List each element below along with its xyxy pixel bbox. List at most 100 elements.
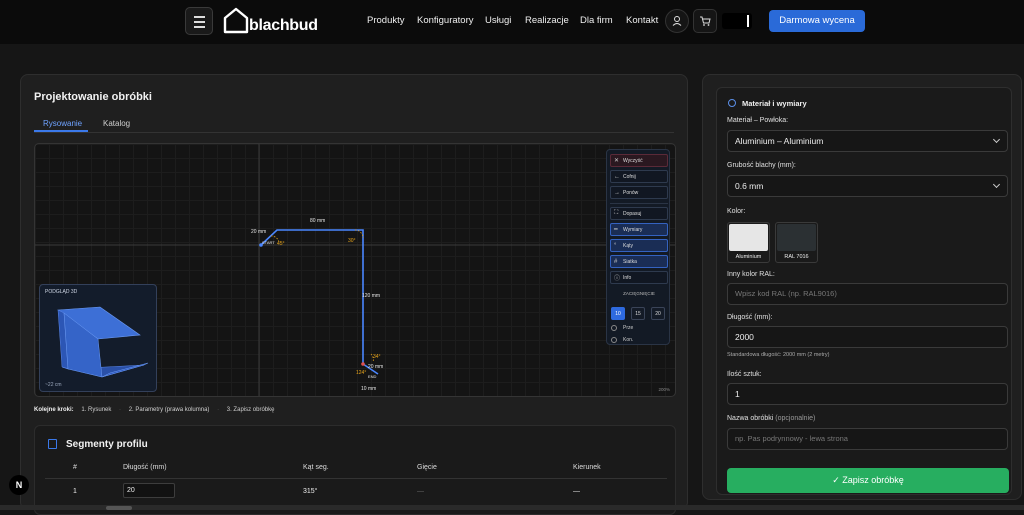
cart-button[interactable] <box>693 9 717 33</box>
dim-vertical: 120 mm <box>362 293 380 299</box>
name-input[interactable]: np. Pas podrynnowy - lewa strona <box>727 428 1008 450</box>
grid-toggle[interactable]: # Siatka <box>610 255 668 268</box>
clear-button[interactable]: ✕ Wyczyść <box>610 154 668 167</box>
cart-icon <box>700 16 711 26</box>
color-sample <box>729 224 768 251</box>
snap-option-15[interactable]: 15 <box>631 307 645 320</box>
dim-bottom-small: 20 mm <box>368 364 383 370</box>
nav-link-uslugi[interactable]: Usługi <box>485 15 511 26</box>
arrow-right-icon: → <box>614 189 620 196</box>
thickness-value: 0.6 mm <box>735 181 764 191</box>
n-badge[interactable]: N <box>9 475 29 495</box>
arrow-left-icon: ← <box>614 173 620 180</box>
tab-catalog[interactable]: Katalog <box>103 119 130 128</box>
logo-text: blachbud <box>249 17 318 34</box>
building-icon <box>48 439 57 449</box>
next-steps: Kolejne kroki: 1. Rysunek · 2. Parametry… <box>34 407 274 413</box>
col-header-angle: Kąt seg. <box>303 464 329 471</box>
radio-kon[interactable] <box>611 337 617 343</box>
undo-button[interactable]: ← Cofnij <box>610 170 668 183</box>
info-label: Info <box>623 274 632 281</box>
active-tab-indicator <box>34 130 88 132</box>
thickness-label: Grubość blachy (mm): <box>727 162 796 169</box>
color-swatch-ral7016[interactable]: RAL 7016 <box>775 222 818 263</box>
chevron-down-icon <box>992 135 1001 144</box>
dim-bottom-seg: 10 mm <box>361 386 376 392</box>
quantity-label: Ilość sztuk: <box>727 371 762 378</box>
hamburger-icon <box>194 16 205 18</box>
radio-prze[interactable] <box>611 325 617 331</box>
horizontal-scrollbar[interactable] <box>0 505 1024 510</box>
step-separator: · <box>119 407 122 413</box>
snap-label: ZACIĘGNIĘCIE <box>623 291 655 296</box>
check-icon: ✓ <box>832 475 843 485</box>
segment-length-input[interactable]: 20 <box>123 483 175 498</box>
drawing-toolbar: ✕ Wyczyść ← Cofnij → Ponów ⛶ Dopasuj ━ Wymiar… <box>606 149 670 345</box>
account-button[interactable] <box>665 9 689 33</box>
clear-label: Wyczyść <box>623 157 643 164</box>
col-header-num: # <box>73 464 77 471</box>
undo-label: Cofnij <box>623 173 636 180</box>
theme-toggle[interactable] <box>722 13 752 29</box>
angle-arc <box>354 229 364 239</box>
thickness-select[interactable]: 0.6 mm <box>727 175 1008 197</box>
snap-option-10[interactable]: 10 <box>611 307 625 320</box>
color-sample <box>777 224 816 251</box>
logo[interactable]: blachbud <box>222 6 318 34</box>
start-label: START <box>262 240 275 245</box>
color-name: Aluminium <box>735 254 762 260</box>
color-name: RAL 7016 <box>784 254 809 260</box>
info-button[interactable]: ⓘ Info <box>610 271 668 284</box>
preview-3d[interactable]: PODGLĄD 3D ~22 cm <box>39 284 157 392</box>
dimensions-label: Wymiary <box>623 226 643 233</box>
dim-left-seg: 20 mm <box>251 229 266 235</box>
material-panel: Materiał i wymiary Materiał – Powłoka: A… <box>702 74 1022 500</box>
hamburger-icon-line <box>194 21 205 23</box>
nav-link-produkty[interactable]: Produkty <box>367 15 405 26</box>
tabs-divider <box>34 132 674 133</box>
nav-link-kontakt[interactable]: Kontakt <box>626 15 658 26</box>
steps-label: Kolejne kroki: <box>34 407 74 413</box>
angles-toggle[interactable]: ° Kąty <box>610 239 668 252</box>
length-input[interactable]: 2000 <box>727 326 1008 348</box>
end-point[interactable] <box>361 362 365 366</box>
color-swatch-aluminium[interactable]: Aluminium <box>727 222 770 263</box>
quantity-input[interactable]: 1 <box>727 383 1008 405</box>
nav-link-dla-firm[interactable]: Dla firm <box>580 15 613 26</box>
menu-button[interactable] <box>185 7 213 35</box>
angles-label: Kąty <box>623 242 634 249</box>
step-2: 2. Parametry (prawa kolumna) <box>128 407 210 413</box>
nav-link-konfiguratory[interactable]: Konfiguratory <box>417 15 474 26</box>
scrollbar-thumb[interactable] <box>106 506 132 510</box>
row-angle: 315° <box>303 488 318 495</box>
zoom-level: 200% <box>658 387 670 392</box>
nav-link-realizacje[interactable]: Realizacje <box>525 15 569 26</box>
grid-label: Siatka <box>623 258 637 265</box>
chevron-down-icon <box>992 180 1001 189</box>
angle-left: 45° <box>277 241 285 247</box>
ruler-icon: ━ <box>614 227 618 233</box>
snap-option-20[interactable]: 20 <box>651 307 665 320</box>
free-quote-button[interactable]: Darmowa wycena <box>769 10 865 32</box>
tab-drawing[interactable]: Rysowanie <box>43 119 82 128</box>
dimensions-toggle[interactable]: ━ Wymiary <box>610 223 668 236</box>
profile-line <box>260 229 379 375</box>
material-select[interactable]: Aluminium – Aluminium <box>727 130 1008 152</box>
drawing-canvas[interactable]: 80 mm 20 mm START 45° 30° 120 mm 34° 20 … <box>34 143 676 397</box>
material-value: Aluminium – Aluminium <box>735 136 824 146</box>
toggle-indicator <box>747 15 749 27</box>
fit-button[interactable]: ⛶ Dopasuj <box>610 207 668 220</box>
top-navbar: blachbud Produkty Konfiguratory Usługi R… <box>0 0 1024 44</box>
material-title: Materiał i wymiary <box>742 99 807 108</box>
table-header-divider <box>45 478 667 479</box>
redo-button[interactable]: → Ponów <box>610 186 668 199</box>
ral-input[interactable]: Wpisz kod RAL (np. RAL9016) <box>727 283 1008 305</box>
color-label: Kolor: <box>727 208 746 215</box>
row-num: 1 <box>73 488 77 495</box>
ral-label: Inny kolor RAL: <box>727 271 775 278</box>
step-1: 1. Rysunek <box>81 407 112 413</box>
save-button[interactable]: ✓ Zapisz obróbkę <box>727 468 1009 493</box>
length-hint: Standardowa długość: 2000 mm (2 metry) <box>727 352 830 358</box>
grid-icon: # <box>614 258 618 265</box>
preview-caption: ~22 cm <box>45 382 62 388</box>
